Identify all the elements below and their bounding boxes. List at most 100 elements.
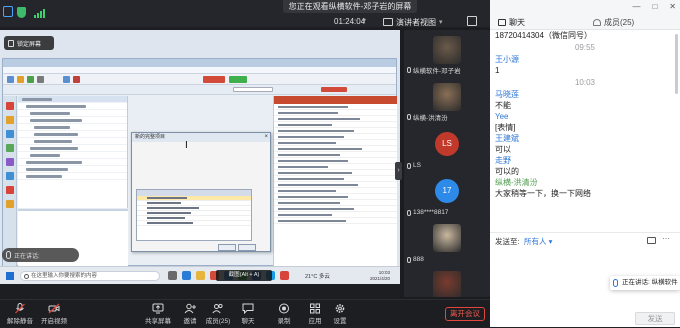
windows-taskbar: 在这里输入你要搜索的内容 21°C 多云 10:03 2021/4/20 <box>0 266 400 284</box>
screenshot-tooltip: 截图(Alt + A) <box>216 270 272 281</box>
shared-screen: 锁定屏幕 新的完整项目 × I 正在讲话: 在这里输入你要搜索的内容 21°C … <box>0 30 400 284</box>
participant-video-tile[interactable]: LS LS <box>404 124 490 172</box>
settings-button[interactable]: 设置 <box>322 302 358 328</box>
dialog-cancel-button <box>238 244 256 251</box>
leave-meeting-button[interactable]: 离开会议 <box>445 307 485 321</box>
more-icon[interactable]: ··· <box>662 234 670 243</box>
participant-avatar: 17 <box>435 179 459 203</box>
participant-photo <box>433 271 461 297</box>
toolbar-icon <box>63 76 70 83</box>
search-icon <box>24 274 29 279</box>
nav-icon <box>6 144 14 152</box>
close-icon[interactable]: ✕ <box>669 2 676 11</box>
participant-name-label: LS <box>413 162 421 169</box>
software-dropdown <box>233 87 273 92</box>
microphone-icon <box>407 256 411 263</box>
message-text: 不能 <box>495 101 511 110</box>
participant-photo <box>433 224 461 252</box>
taskbar-weather: 21°C 多云 <box>305 274 330 280</box>
lock-screen-button[interactable]: 锁定屏幕 <box>4 36 54 50</box>
members-icon <box>212 303 223 314</box>
watching-screen-label: 您正在观看纵横软件-邓子岩的屏幕 <box>283 0 417 13</box>
send-target-row: 发送至: 所有人 ▾ ··· <box>490 232 680 248</box>
edge-icon <box>182 271 191 280</box>
chat-message-list[interactable]: 18720414304（微信同号） 09:55 王小源 1 10:03 马晓莲 不能 Yee [… <box>490 30 680 230</box>
share-screen-button[interactable]: 共享屏幕 <box>140 302 176 328</box>
participant-video-tile[interactable]: 纵横-洪清汾 <box>404 77 490 125</box>
participant-video-tile[interactable]: 888 <box>404 218 490 266</box>
window-controls: — □ ✕ <box>632 2 676 11</box>
meeting-info-icon[interactable] <box>3 6 13 17</box>
message-sender: 走野 <box>495 156 511 165</box>
participant-video-tile[interactable]: 17 138****8817 <box>404 171 490 219</box>
unmute-button[interactable]: 解除静音 <box>2 302 38 328</box>
toolbar-icon <box>7 76 14 83</box>
chevron-down-icon: ▾ <box>439 19 443 26</box>
participant-name-label: 纵横软件-邓子岩 <box>413 68 461 75</box>
toolbar-icon <box>37 76 44 83</box>
microphone-icon <box>613 279 618 287</box>
tab-members[interactable]: 成员(25) <box>588 16 678 29</box>
participant-photo <box>433 83 461 111</box>
unmute-label: 解除静音 <box>7 318 33 325</box>
record-icon <box>279 303 289 314</box>
dialog-ok-button <box>218 244 236 251</box>
chevron-down-icon[interactable]: ▾ <box>362 16 366 25</box>
invite-icon <box>184 303 196 314</box>
chat-icon <box>498 19 506 26</box>
speaker-view-button[interactable]: 演讲者视图 ▾ <box>380 15 452 29</box>
members-icon <box>593 19 601 26</box>
lock-screen-label: 锁定屏幕 <box>17 41 42 48</box>
tab-chat[interactable]: 聊天 <box>493 16 583 29</box>
dialog-title: 新的完整项目 <box>132 133 270 142</box>
software-right-list <box>273 96 397 266</box>
shared-software-window: 新的完整项目 × <box>2 58 397 266</box>
new-project-dialog: 新的完整项目 × <box>131 132 271 252</box>
security-shield-icon[interactable] <box>16 6 27 18</box>
start-video-button[interactable]: 开启视频 <box>36 302 72 328</box>
message-sender: Yee <box>495 112 509 121</box>
folder-icon[interactable] <box>647 237 656 244</box>
collapse-strip-handle[interactable]: › <box>395 162 402 180</box>
toolbar-icon <box>17 76 24 83</box>
taskbar-clock: 10:03 2021/4/20 <box>370 270 390 282</box>
meeting-timer: 01:24:04 <box>334 17 366 26</box>
participant-name-label: 888 <box>413 256 424 263</box>
fullscreen-icon[interactable] <box>467 16 477 26</box>
send-to-label: 发送至: <box>495 237 520 246</box>
participant-name: 纵横-洪清汾 <box>407 112 448 122</box>
task-view-icon <box>168 271 177 280</box>
windows-start-icon <box>6 272 14 280</box>
speaking-label: 正在讲话: <box>14 253 40 260</box>
settings-label: 设置 <box>333 318 347 325</box>
microphone-icon <box>407 162 411 169</box>
minimize-icon[interactable]: — <box>632 2 640 11</box>
chat-scrollbar[interactable] <box>675 34 678 94</box>
microphone-icon <box>407 114 411 120</box>
nav-icon <box>6 158 14 166</box>
send-button[interactable]: 发送 <box>635 312 675 325</box>
lock-icon <box>8 39 14 47</box>
taskbar-search-placeholder: 在这里输入你要搜索的内容 <box>31 273 98 279</box>
message-sender: 马晓莲 <box>495 90 519 99</box>
maximize-icon[interactable]: □ <box>652 2 657 11</box>
message-text: 大家稍等一下，换一下网络 <box>495 189 591 198</box>
participant-name: LS <box>407 162 421 169</box>
taskbar-date: 2021/4/20 <box>370 276 391 281</box>
chat-button[interactable]: 聊天 <box>230 302 266 328</box>
send-target-dropdown[interactable]: 所有人 ▾ <box>524 236 552 247</box>
chat-panel: — □ ✕ 聊天 成员(25) 18720414304（微信同号） 09:55 王小… <box>490 0 680 327</box>
message-text: 1 <box>495 66 500 75</box>
participant-video-tile[interactable] <box>404 265 490 297</box>
apps-icon <box>310 303 320 314</box>
app-icon <box>280 271 289 280</box>
microphone-muted-icon <box>15 303 25 314</box>
network-signal-icon[interactable] <box>33 6 45 18</box>
taskbar-search-box: 在这里输入你要搜索的内容 <box>20 271 160 281</box>
microphone-icon <box>407 67 411 73</box>
software-tree-table <box>18 96 128 208</box>
nav-icon <box>6 186 14 194</box>
message-text: 18720414304（微信同号） <box>495 31 592 40</box>
nav-icon <box>6 200 14 208</box>
participant-video-tile[interactable]: 纵横软件-邓子岩 <box>404 30 490 78</box>
